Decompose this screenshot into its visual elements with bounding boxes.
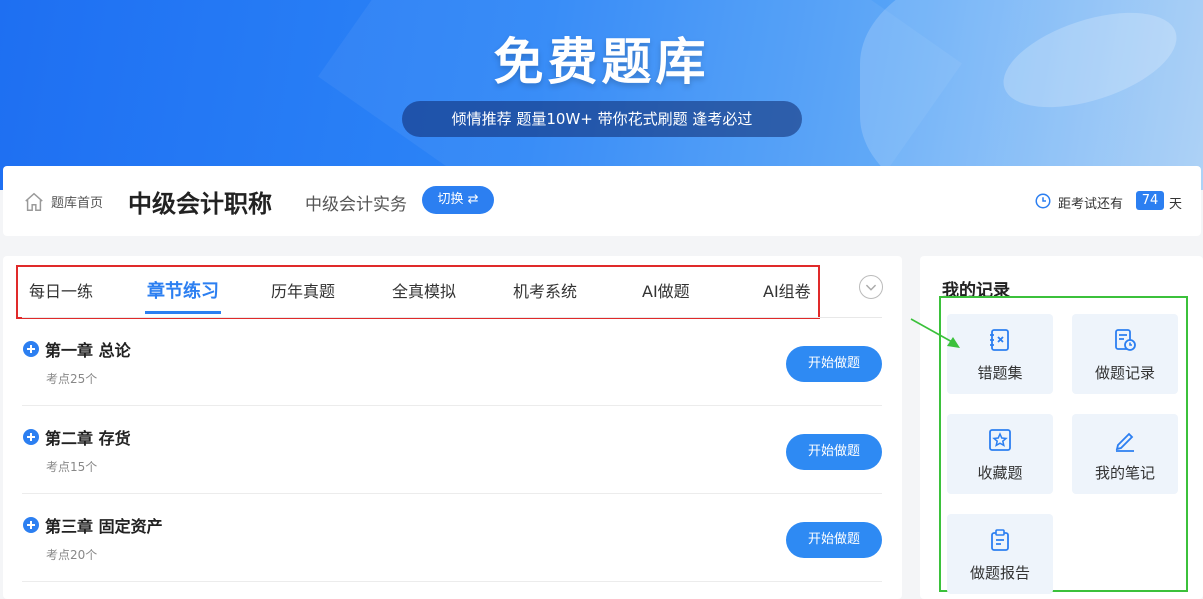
- record-label: 收藏题: [977, 464, 1023, 482]
- start-practice-button[interactable]: 开始做题: [786, 346, 882, 382]
- switch-subject-button[interactable]: 切换 ⇄: [422, 186, 494, 214]
- records-grid: 错题集 做题记录 收藏题 我的笔记 做题报告: [939, 296, 1188, 594]
- tab-computer-exam[interactable]: 机考系统: [513, 267, 577, 317]
- start-practice-button[interactable]: 开始做题: [786, 522, 882, 558]
- record-label: 做题报告: [969, 564, 1030, 582]
- chevron-down-icon: [865, 284, 877, 291]
- practice-panel: 每日一练 章节练习 历年真题 全真模拟 机考系统 AI做题 AI组卷 第一章 总…: [3, 256, 902, 599]
- banner-title: 免费题库: [493, 33, 710, 91]
- wrong-notebook-icon: [990, 329, 1009, 351]
- record-label: 错题集: [977, 364, 1023, 382]
- chapter-row: 第二章 存货 考点15个 开始做题: [22, 406, 882, 494]
- my-records-panel: 我的记录 错题集 做题记录 收藏题 我的笔记 做题报告: [920, 256, 1203, 599]
- annotation-arrow-icon: [910, 318, 960, 348]
- home-icon[interactable]: [23, 191, 45, 213]
- record-report[interactable]: 做题报告: [947, 514, 1053, 594]
- record-favorites[interactable]: 收藏题: [947, 414, 1053, 494]
- chapter-points: 考点25个: [46, 372, 98, 386]
- subject-name: 中级会计实务: [305, 195, 407, 215]
- tab-past-exams[interactable]: 历年真题: [271, 267, 335, 317]
- history-icon: [1115, 329, 1136, 351]
- countdown-days-badge: 74: [1136, 191, 1164, 210]
- expand-plus-icon[interactable]: [23, 341, 39, 357]
- chapter-title: 第一章 总论: [45, 341, 131, 360]
- tab-ai-practice[interactable]: AI做题: [642, 267, 690, 317]
- start-practice-button[interactable]: 开始做题: [786, 434, 882, 470]
- active-tab-indicator: [145, 311, 221, 314]
- countdown-label: 距考试还有: [1058, 197, 1124, 212]
- tab-chapter-practice[interactable]: 章节练习: [147, 267, 219, 317]
- expand-plus-icon[interactable]: [23, 517, 39, 533]
- more-tabs-button[interactable]: [859, 275, 883, 299]
- page-title: 中级会计职称: [128, 190, 272, 218]
- chapter-row: 第三章 固定资产 考点20个 开始做题: [22, 494, 882, 582]
- record-label: 我的笔记: [1094, 464, 1155, 482]
- banner-subtitle: 倾情推荐 题量10W+ 带你花式刷题 逢考必过: [402, 101, 802, 137]
- chapter-points: 考点15个: [46, 460, 98, 474]
- record-label: 做题记录: [1094, 364, 1155, 382]
- tab-ai-paper[interactable]: AI组卷: [763, 267, 811, 317]
- chapter-title: 第三章 固定资产: [45, 517, 163, 536]
- breadcrumb-home-link[interactable]: 题库首页: [51, 192, 103, 211]
- chapter-title: 第二章 存货: [45, 429, 131, 448]
- chapter-points: 考点20个: [46, 548, 98, 562]
- star-icon: [989, 429, 1011, 451]
- exam-header: 题库首页 中级会计职称 中级会计实务 切换 ⇄ 距考试还有 74 天: [3, 166, 1201, 236]
- record-notes[interactable]: 我的笔记: [1072, 414, 1178, 494]
- clock-icon: [1035, 193, 1051, 209]
- countdown-unit: 天: [1169, 197, 1183, 212]
- pencil-icon: [1115, 432, 1134, 452]
- report-icon: [991, 529, 1009, 551]
- practice-tabs: 每日一练 章节练习 历年真题 全真模拟 机考系统 AI做题 AI组卷: [16, 265, 820, 319]
- tab-daily-practice[interactable]: 每日一练: [29, 267, 93, 317]
- tab-mock-exam[interactable]: 全真模拟: [392, 267, 456, 317]
- chapter-row: 第一章 总论 考点25个 开始做题: [22, 318, 882, 406]
- hero-banner: 免费题库 倾情推荐 题量10W+ 带你花式刷题 逢考必过: [0, 0, 1203, 190]
- expand-plus-icon[interactable]: [23, 429, 39, 445]
- record-history[interactable]: 做题记录: [1072, 314, 1178, 394]
